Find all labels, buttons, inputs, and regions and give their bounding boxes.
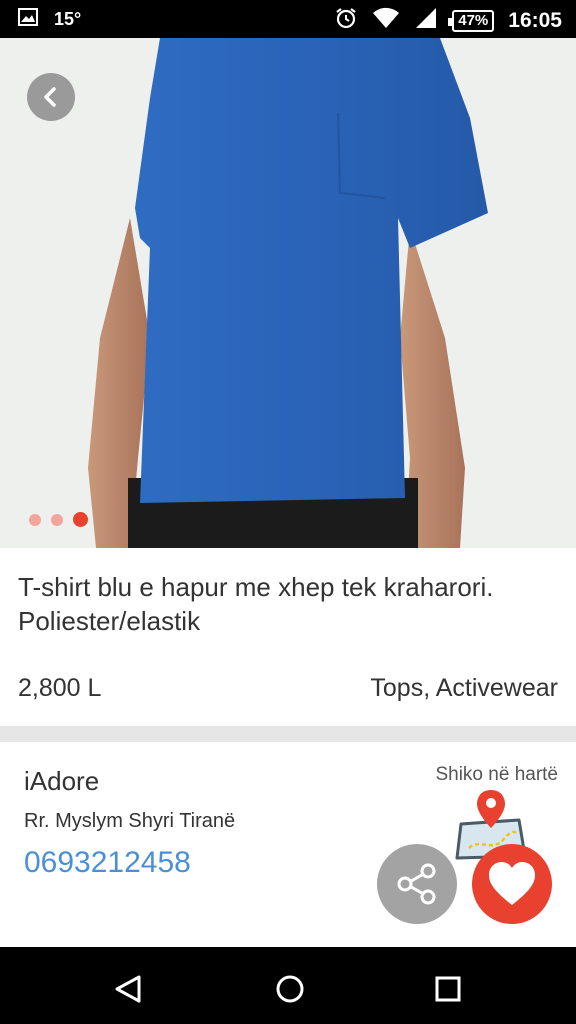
battery-icon: 47%	[448, 9, 495, 32]
heart-icon	[489, 862, 535, 905]
product-description: T-shirt blu e hapur me xhep tek kraharor…	[18, 572, 494, 636]
chevron-left-icon	[44, 87, 56, 107]
carousel-dot-active[interactable]	[73, 512, 88, 527]
back-button[interactable]	[27, 73, 75, 121]
image-icon	[18, 8, 38, 31]
product-price: 2,800 L	[18, 674, 102, 702]
wifi-icon	[372, 7, 400, 34]
store-info: iAdore Rr. Myslym Shyri Tiranë 069321245…	[0, 742, 576, 947]
nav-recents-button[interactable]	[428, 969, 468, 1009]
alarm-icon	[334, 6, 358, 35]
store-name: iAdore	[24, 766, 100, 796]
signal-icon	[414, 7, 438, 34]
section-divider	[0, 726, 576, 742]
home-circle-icon	[276, 975, 304, 1003]
product-category: Tops, Activewear	[370, 674, 558, 702]
product-info: T-shirt blu e hapur me xhep tek kraharor…	[0, 548, 576, 726]
product-image-carousel[interactable]	[0, 38, 576, 548]
clock: 16:05	[508, 8, 562, 32]
carousel-indicator	[29, 512, 88, 527]
share-button[interactable]	[377, 844, 457, 924]
temperature-text: 15°	[54, 9, 82, 29]
battery-level: 47%	[458, 12, 489, 29]
product-photo	[0, 38, 576, 548]
store-address: Rr. Myslym Shyri Tiranë	[24, 810, 236, 832]
carousel-dot[interactable]	[29, 513, 41, 526]
nav-home-button[interactable]	[270, 969, 310, 1009]
recents-square-icon	[435, 976, 461, 1002]
carousel-dot[interactable]	[51, 513, 63, 526]
share-icon	[397, 863, 436, 905]
store-phone-link[interactable]: 0693212458	[24, 846, 191, 880]
status-bar: 15° 47% 16:05	[0, 0, 576, 38]
system-nav-bar	[0, 947, 576, 1024]
favorite-button[interactable]	[472, 844, 552, 924]
nav-back-button[interactable]	[108, 969, 148, 1009]
back-triangle-icon	[115, 975, 141, 1003]
view-on-map-link[interactable]: Shiko në hartë	[435, 764, 558, 786]
